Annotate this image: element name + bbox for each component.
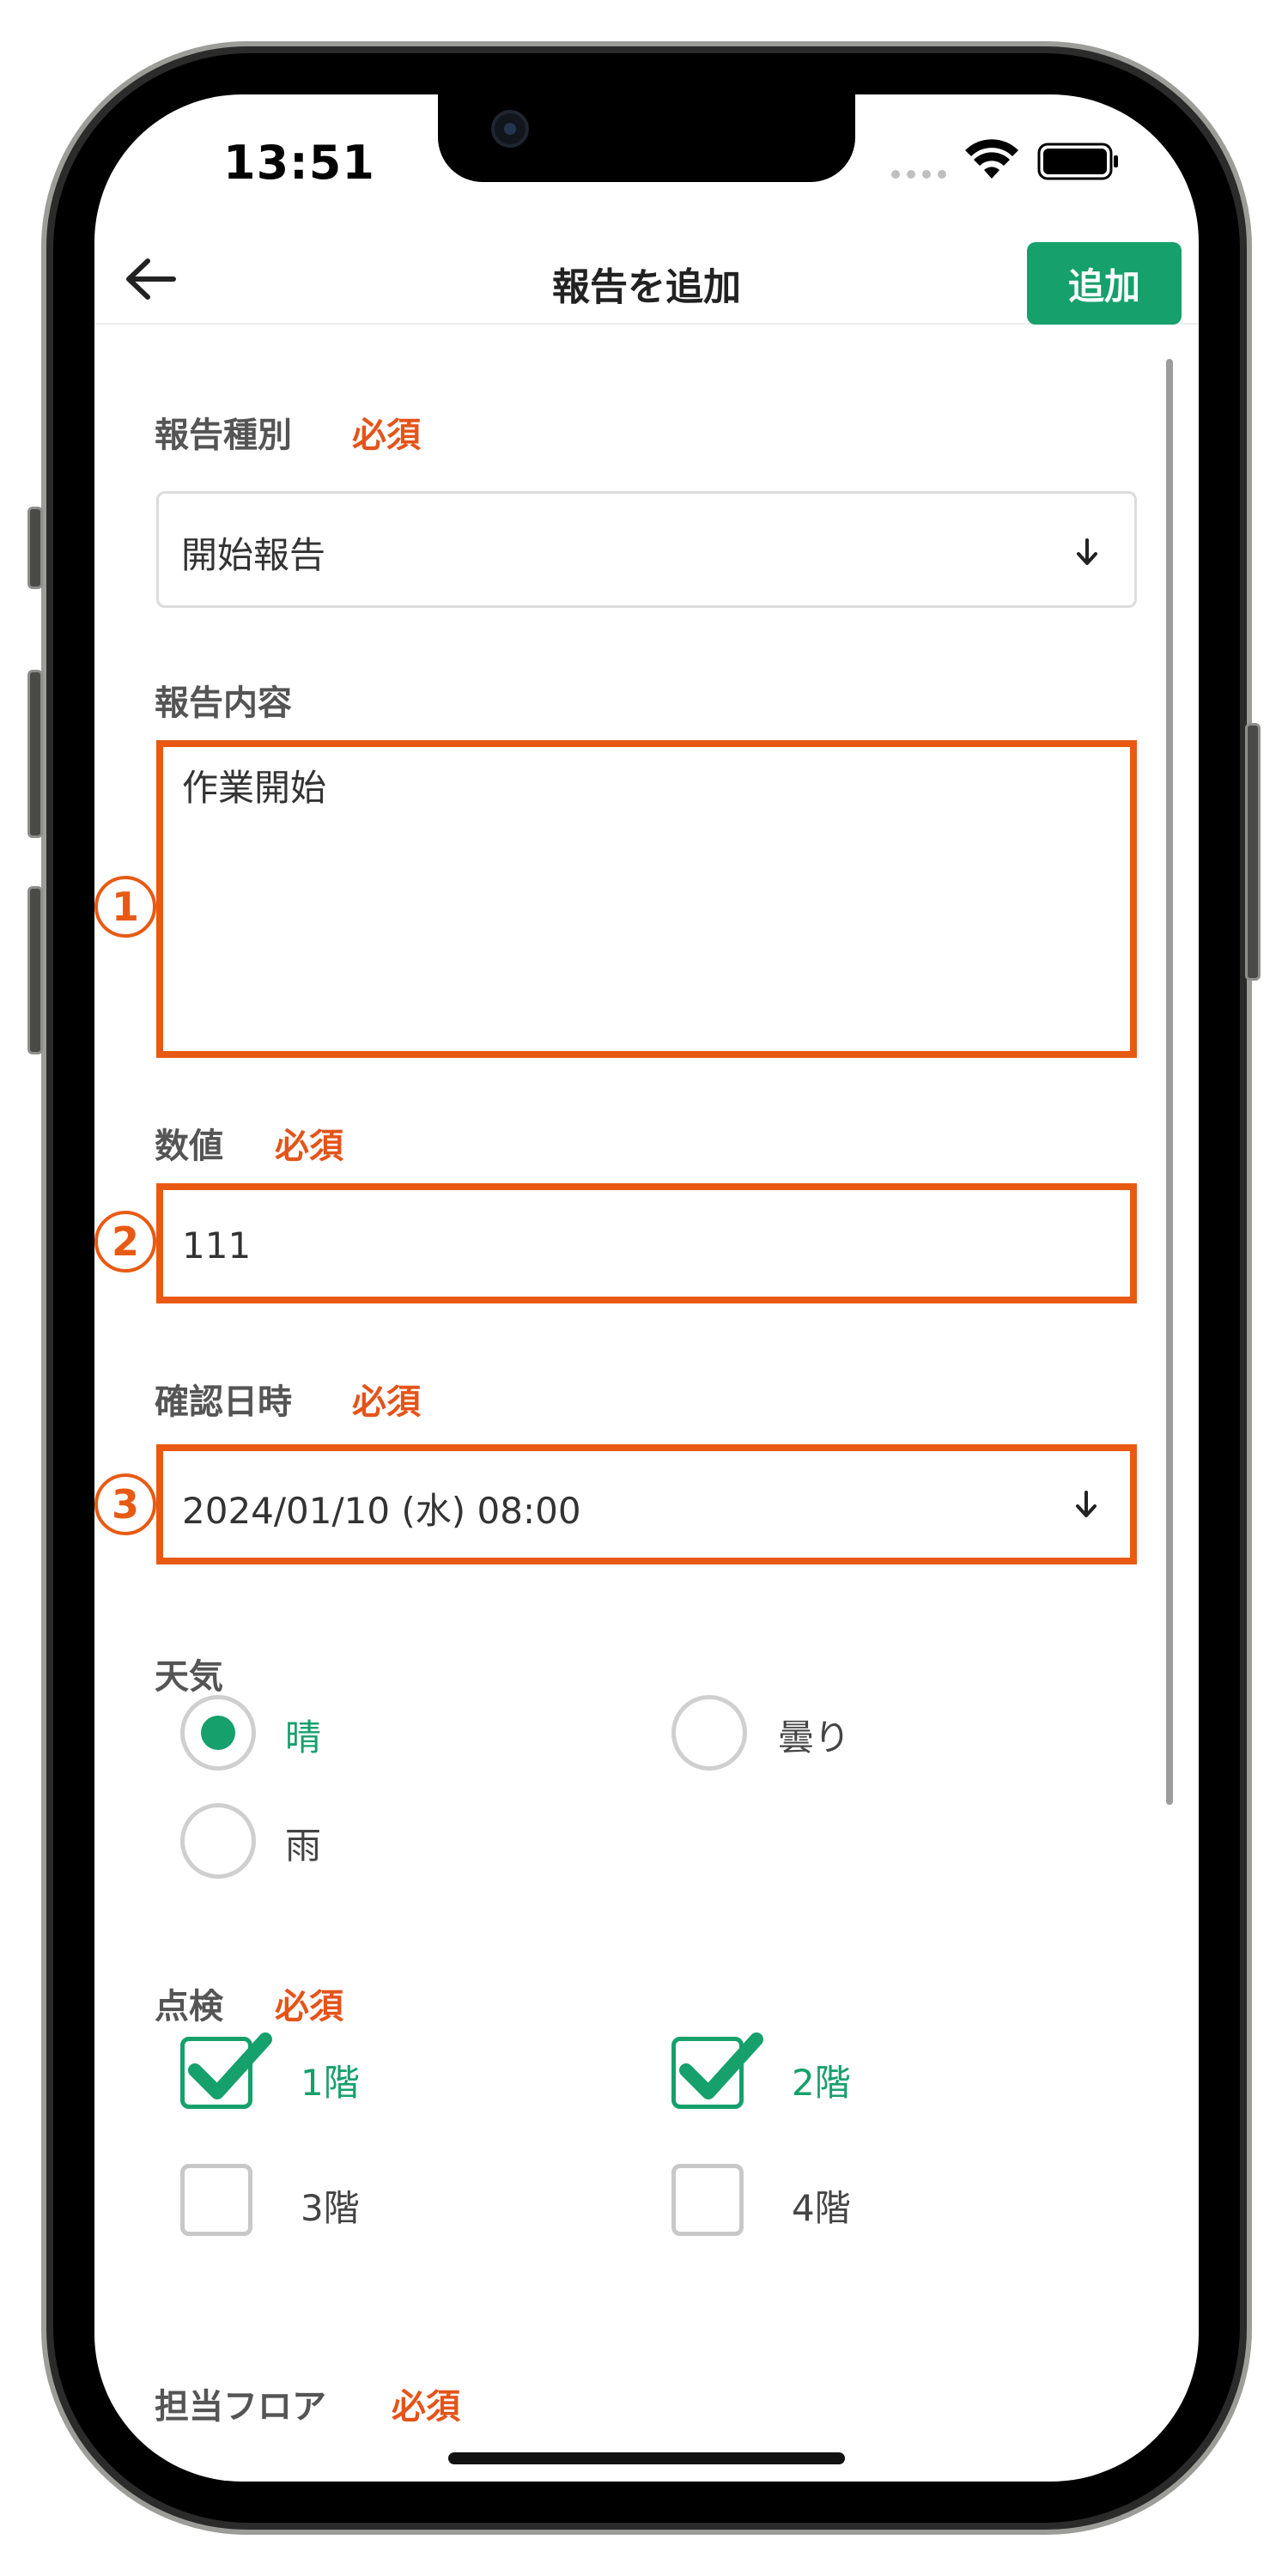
scrollbar[interactable] <box>1166 359 1173 1805</box>
confirm-datetime-value: 2024/01/10 (水) 08:00 <box>182 1490 581 1532</box>
arrow-down-icon <box>1077 538 1097 565</box>
required-badge: 必須 <box>275 1987 343 2026</box>
callout-marker-2: 2 <box>94 1211 156 1273</box>
volume-down-button <box>27 886 43 1054</box>
callout-marker-3: 3 <box>94 1473 156 1535</box>
screenshot-canvas: 13:51 報告を追加 追加 報告種別 必須 開始報告 報告内容 作業開始 1 … <box>0 0 1288 2576</box>
inspection-option-label: 3階 <box>301 2187 360 2229</box>
required-badge: 必須 <box>352 1382 421 1422</box>
callout-marker-1: 1 <box>94 876 156 938</box>
checkbox-floor-2[interactable] <box>671 2032 763 2109</box>
app-screen: 13:51 報告を追加 追加 報告種別 必須 開始報告 報告内容 作業開始 1 … <box>94 94 1199 2482</box>
weather-label: 天気 <box>155 1657 223 1697</box>
weather-option-label: 雨 <box>285 1825 322 1867</box>
radio-weather-rain[interactable] <box>180 1803 256 1879</box>
report-content-value: 作業開始 <box>182 767 327 809</box>
report-content-textarea[interactable]: 作業開始 <box>156 740 1137 1058</box>
wifi-icon <box>965 139 1018 179</box>
notch <box>438 94 855 182</box>
navigation-bar: 報告を追加 追加 <box>94 232 1199 325</box>
assigned-floor-label: 担当フロア <box>155 2387 326 2427</box>
power-button <box>1245 723 1261 981</box>
checkbox-floor-1[interactable] <box>180 2032 272 2109</box>
checkmark-icon <box>188 2032 272 2099</box>
number-value-label: 数値 <box>155 1127 223 1166</box>
camera-icon <box>491 110 529 148</box>
home-indicator[interactable] <box>448 2452 845 2464</box>
required-badge: 必須 <box>352 416 421 455</box>
required-badge: 必須 <box>275 1127 343 1166</box>
required-badge: 必須 <box>392 2387 460 2427</box>
checkmark-icon <box>679 2032 763 2099</box>
inspection-option-label: 4階 <box>792 2187 851 2229</box>
report-type-value: 開始報告 <box>181 534 326 576</box>
battery-icon <box>1037 143 1118 180</box>
confirm-datetime-label: 確認日時 <box>155 1382 292 1422</box>
volume-up-button <box>27 670 43 838</box>
cellular-signal-icon <box>891 170 946 179</box>
status-time: 13:51 <box>223 136 375 190</box>
radio-weather-cloudy[interactable] <box>671 1695 747 1771</box>
report-type-label: 報告種別 <box>155 416 292 455</box>
mute-switch <box>27 507 43 589</box>
radio-selected-dot <box>201 1716 235 1750</box>
inspection-option-label: 2階 <box>792 2062 851 2104</box>
weather-option-label: 曇り <box>778 1716 851 1759</box>
arrow-down-icon <box>1076 1491 1097 1517</box>
add-button[interactable]: 追加 <box>1027 242 1182 325</box>
confirm-datetime-select[interactable]: 2024/01/10 (水) 08:00 <box>156 1444 1137 1564</box>
radio-weather-sunny[interactable] <box>180 1695 256 1771</box>
checkbox-floor-3[interactable] <box>180 2164 252 2236</box>
number-value-value: 111 <box>182 1224 252 1267</box>
inspection-option-label: 1階 <box>301 2062 360 2104</box>
number-value-input[interactable]: 111 <box>156 1183 1137 1303</box>
checkbox-floor-4[interactable] <box>671 2164 744 2236</box>
report-type-select[interactable]: 開始報告 <box>156 491 1137 608</box>
report-content-label: 報告内容 <box>155 683 292 723</box>
weather-option-label: 晴 <box>285 1716 322 1759</box>
